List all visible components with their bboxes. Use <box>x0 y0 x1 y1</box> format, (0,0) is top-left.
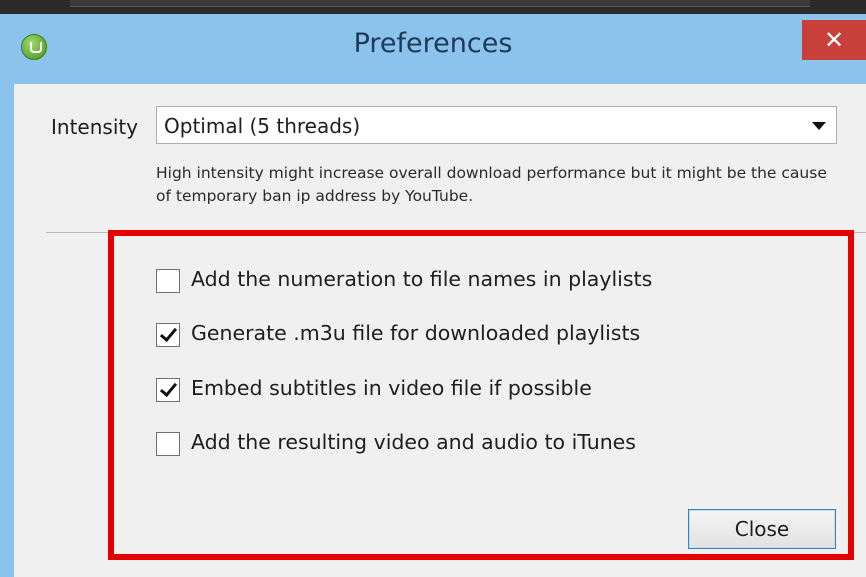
m3u-checkbox[interactable] <box>156 323 180 347</box>
intensity-label: Intensity <box>51 115 139 139</box>
itunes-checkbox[interactable] <box>156 432 180 456</box>
window-close-button[interactable]: ✕ <box>802 20 866 60</box>
chevron-down-icon <box>812 122 826 130</box>
m3u-label[interactable]: Generate .m3u file for downloaded playli… <box>191 321 640 345</box>
intensity-selected-value: Optimal (5 threads) <box>164 114 361 138</box>
separator <box>46 232 866 233</box>
itunes-label[interactable]: Add the resulting video and audio to iTu… <box>191 430 636 454</box>
dialog-content: Intensity Optimal (5 threads) High inten… <box>14 84 866 577</box>
intensity-help-text: High intensity might increase overall do… <box>156 164 827 205</box>
numeration-checkbox[interactable] <box>156 269 180 293</box>
intensity-dropdown[interactable]: Optimal (5 threads) <box>156 106 837 144</box>
background-strip <box>0 0 866 14</box>
background-window-edge <box>70 0 810 7</box>
subtitles-checkbox[interactable] <box>156 378 180 402</box>
close-icon: ✕ <box>823 26 845 54</box>
close-button[interactable]: Close <box>688 509 836 549</box>
preferences-window: Preferences ✕ Intensity Optimal (5 threa… <box>0 14 866 577</box>
window-title: Preferences <box>353 28 513 59</box>
numeration-label[interactable]: Add the numeration to file names in play… <box>191 267 652 291</box>
subtitles-label[interactable]: Embed subtitles in video file if possibl… <box>191 376 592 400</box>
title-bar: Preferences ✕ <box>0 14 866 70</box>
